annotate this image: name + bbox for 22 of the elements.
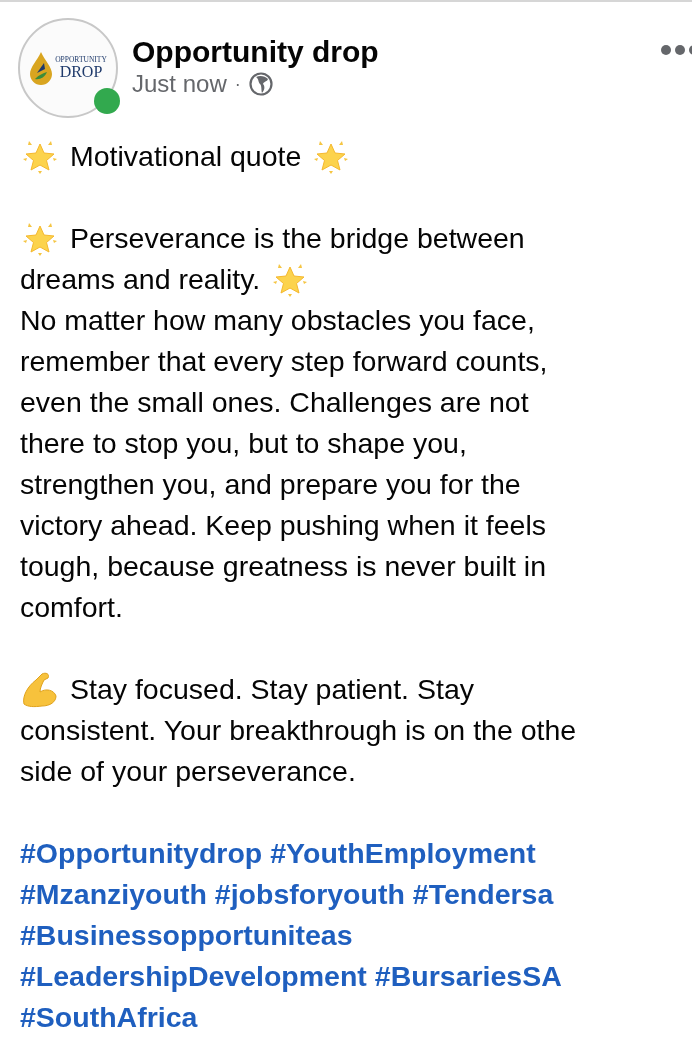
- hashtag-link[interactable]: #Opportunitydrop: [20, 833, 263, 874]
- post-text: Stay focused. Stay patient. Stay: [70, 672, 474, 707]
- post-text: Motivational quote: [70, 139, 302, 174]
- author-name[interactable]: Opportunity drop: [132, 34, 379, 70]
- logo-text: DROP: [59, 63, 103, 80]
- post-time[interactable]: Just now: [132, 70, 227, 98]
- separator-dot: ·: [234, 73, 241, 95]
- hashtag-link[interactable]: #YouthEmployment: [270, 833, 536, 874]
- hashtag-link[interactable]: #Tendersa: [412, 874, 554, 915]
- hashtag-link[interactable]: #BursariesSA: [374, 956, 562, 997]
- post-text: dreams and reality.: [20, 262, 261, 297]
- hashtag-link[interactable]: #Mzanziyouth: [20, 874, 207, 915]
- post-text: Perseverance is the bridge between: [70, 221, 525, 256]
- post-text: consistent. Your breakthrough is on the othe: [20, 713, 577, 748]
- post-text: side of your perseverance.: [20, 754, 356, 789]
- hashtag-link[interactable]: #Businessopportuniteas: [20, 915, 353, 956]
- hashtag-link[interactable]: #jobsforyouth: [214, 874, 405, 915]
- post-paragraph: No matter how many obstacles you face, remember that every step forward counts, even the small ones. Challenges are not there to stop you, but to shape you, strengthen you, and prepare you for the victory ahead. Keep pushing when it feels tough, because greatness is never built in comfort.: [20, 303, 548, 625]
- more-options-icon[interactable]: [660, 44, 692, 56]
- drop-icon: [29, 51, 54, 85]
- hashtag-link[interactable]: #LeadershipDevelopment: [20, 956, 367, 997]
- hashtag-link[interactable]: #SouthAfrica: [20, 997, 198, 1038]
